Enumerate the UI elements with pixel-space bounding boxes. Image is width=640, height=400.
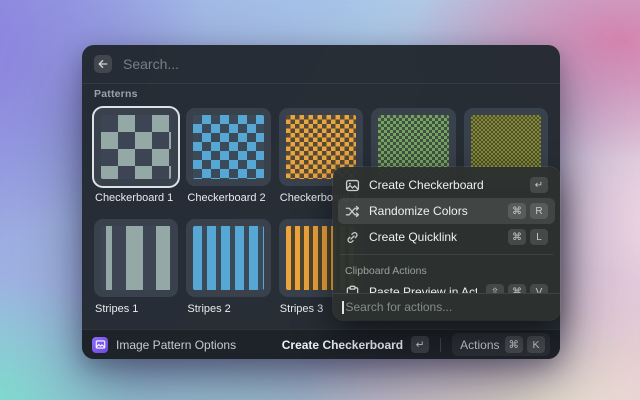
arrow-left-icon <box>97 58 109 70</box>
menu-item[interactable]: Create Quicklink ⌘L <box>338 224 555 250</box>
keycap: ⌘ <box>508 229 526 245</box>
app-title: Image Pattern Options <box>116 338 236 352</box>
pattern-tile[interactable] <box>94 219 178 297</box>
action-menu-list: Create Checkerboard↵Randomize Colors⌘RCr… <box>333 167 560 293</box>
pattern-tile-label: Checkerboard 1 <box>95 192 177 205</box>
actions-menu-button[interactable]: Actions ⌘K <box>452 333 550 356</box>
section-header-patterns: Patterns <box>94 88 548 100</box>
pattern-tile-label: Stripes 1 <box>95 303 177 316</box>
keycap: ⌘ <box>508 203 526 219</box>
image-icon <box>345 178 360 193</box>
action-search-placeholder: Search for actions... <box>346 300 453 314</box>
keycap: V <box>530 284 548 293</box>
menu-item[interactable]: Paste Preview in Active App ⇧ ⌘ V <box>338 279 555 293</box>
pattern-tile[interactable] <box>186 219 270 297</box>
footer-bar: Image Pattern Options Create Checkerboar… <box>82 329 560 359</box>
shuffle-icon <box>345 204 360 219</box>
keycap: K <box>527 336 545 353</box>
menu-item-shortcuts: ⌘R <box>508 203 548 219</box>
pattern-tile[interactable] <box>186 108 270 186</box>
menu-item-label: Paste Preview in Active App <box>369 285 477 293</box>
keycap: ↵ <box>530 177 548 193</box>
menu-item-label: Randomize Colors <box>369 204 499 218</box>
action-menu-search[interactable]: Search for actions... <box>333 293 560 320</box>
action-menu-popover: Create Checkerboard↵Randomize Colors⌘RCr… <box>333 167 560 320</box>
pattern-swatch <box>193 226 263 290</box>
keycap: ⌘ <box>508 284 526 293</box>
primary-action-button[interactable]: Create Checkerboard <box>282 338 403 352</box>
menu-item-shortcuts: ↵ <box>530 177 548 193</box>
pattern-swatch <box>101 115 171 179</box>
menu-item[interactable]: Randomize Colors ⌘R <box>338 198 555 224</box>
keycap: R <box>530 203 548 219</box>
link-icon <box>345 230 360 245</box>
pattern-swatch <box>101 226 171 290</box>
menu-section-header: Clipboard Actions <box>338 259 555 279</box>
grid-cell: Checkerboard 2 <box>186 108 270 219</box>
menu-item-shortcuts: ⇧ ⌘ V <box>486 284 548 293</box>
actions-button-label: Actions <box>460 338 499 352</box>
menu-item-label: Create Quicklink <box>369 230 499 244</box>
return-keycap: ↵ <box>411 336 429 353</box>
pattern-tile-label: Checkerboard 2 <box>187 192 269 205</box>
image-pattern-app-icon <box>92 337 108 353</box>
grid-cell: Stripes 1 <box>94 219 178 329</box>
search-input[interactable]: Search... <box>123 56 548 72</box>
footer-divider <box>440 338 441 352</box>
pattern-tile-label: Stripes 2 <box>187 303 269 316</box>
pattern-swatch <box>193 115 263 179</box>
text-caret <box>342 301 344 314</box>
menu-item[interactable]: Create Checkerboard ↵ <box>338 172 555 198</box>
keycap: ⇧ <box>486 284 504 293</box>
menu-divider <box>340 254 553 255</box>
keycap: ⌘ <box>505 336 524 353</box>
actions-keycaps: ⌘K <box>505 336 546 353</box>
menu-item-label: Create Checkerboard <box>369 178 521 192</box>
pattern-tile[interactable] <box>94 108 178 186</box>
back-button[interactable] <box>94 55 112 73</box>
keycap: L <box>530 229 548 245</box>
clipboard-icon <box>345 285 360 294</box>
grid-cell: Stripes 2 <box>186 219 270 329</box>
grid-cell: Checkerboard 1 <box>94 108 178 219</box>
search-bar: Search... <box>82 45 560 84</box>
menu-item-shortcuts: ⌘L <box>508 229 548 245</box>
